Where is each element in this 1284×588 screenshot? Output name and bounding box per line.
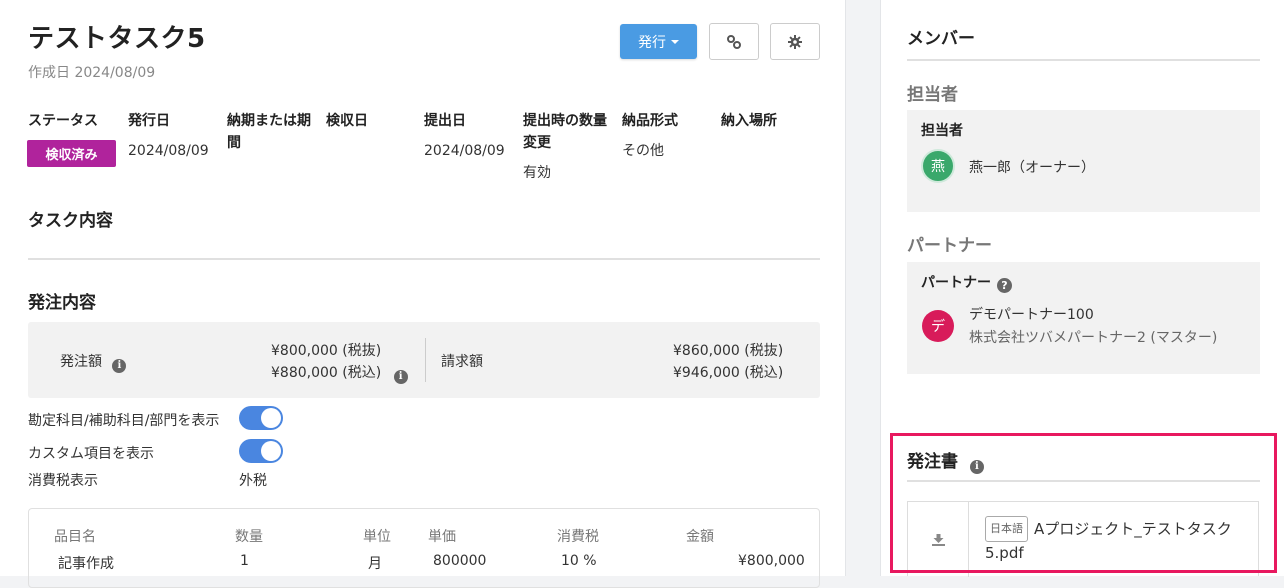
submit-date-value: 2024/08/09 — [424, 143, 505, 159]
toggle-knob — [261, 408, 281, 428]
invoice-amount-label: 請求額 — [441, 354, 483, 370]
toggle-knob — [261, 441, 281, 461]
tax-display-label: 消費税表示 — [28, 473, 98, 489]
custom-toggle-label: カスタム項目を表示 — [28, 446, 154, 462]
items-table — [28, 508, 820, 588]
col-header-unit: 単位 — [363, 529, 391, 545]
page-title: テストタスク5 — [28, 24, 206, 54]
info-header-status: ステータス — [28, 113, 98, 129]
col-header-amount: 金額 — [686, 529, 714, 545]
tax-display-value: 外税 — [239, 473, 267, 489]
col-header-qty: 数量 — [235, 529, 263, 545]
partner-section-heading: パートナー — [907, 236, 992, 256]
info-header-deadline: 納期または期間 — [227, 113, 311, 151]
delivery-format-value: その他 — [622, 143, 664, 159]
partner-label: パートナー? — [921, 272, 1012, 293]
help-icon[interactable]: ? — [997, 278, 1012, 293]
col-header-price: 単価 — [428, 529, 456, 545]
order-amount-ex: ¥800,000 (税抜) — [271, 343, 382, 359]
assignee-label: 担当者 — [921, 123, 963, 139]
info-header-qty-change: 提出時の数量変更 — [523, 113, 607, 151]
divider — [907, 59, 1260, 61]
partner-company: 株式会社ツバメパートナー2 (マスター) — [969, 330, 1218, 346]
info-header-delivery-place: 納入場所 — [721, 113, 777, 129]
accounts-toggle-label: 勘定科目/補助科目/部門を表示 — [28, 413, 220, 429]
col-header-item: 品目名 — [54, 529, 96, 545]
custom-toggle[interactable] — [239, 439, 283, 463]
assignee-section-heading: 担当者 — [907, 85, 958, 105]
avatar: デ — [922, 310, 954, 342]
gear-icon — [788, 34, 802, 49]
invoice-amount-ex: ¥860,000 (税抜) — [673, 343, 784, 359]
caret-down-icon — [671, 39, 679, 44]
created-date: 作成日 2024/08/09 — [28, 65, 156, 81]
status-badge: 検収済み — [27, 140, 116, 167]
info-icon[interactable]: i — [393, 370, 408, 384]
order-amount-in: ¥880,000 (税込) i — [271, 362, 408, 384]
info-header-issue-date: 発行日 — [128, 113, 170, 129]
info-icon[interactable]: i — [112, 359, 127, 373]
invoice-amount-in: ¥946,000 (税込) — [673, 365, 784, 381]
order-amount-label: 発注額 i — [60, 351, 127, 373]
info-header-submit-date: 提出日 — [424, 113, 466, 129]
assignee-name[interactable]: 燕一郎（オーナー） — [969, 157, 1095, 177]
row-qty: 1 — [240, 553, 249, 569]
issue-dropdown-button[interactable]: 発行 — [620, 24, 697, 59]
order-amount-box — [28, 322, 820, 398]
qty-change-value: 有効 — [523, 165, 551, 181]
col-header-tax: 消費税 — [557, 529, 599, 545]
info-header-delivery-format: 納品形式 — [622, 113, 678, 129]
partner-name[interactable]: デモパートナー100 — [969, 304, 1094, 324]
info-header-inspection-date: 検収日 — [326, 113, 368, 129]
order-content-heading: 発注内容 — [28, 293, 96, 313]
highlight-box — [890, 433, 1277, 573]
settings-button[interactable] — [770, 23, 820, 60]
accounts-toggle[interactable] — [239, 406, 283, 430]
issue-date-value: 2024/08/09 — [128, 143, 209, 159]
row-price: 800000 — [433, 553, 487, 569]
row-amount: ¥800,000 — [738, 553, 805, 569]
avatar: 燕 — [921, 149, 955, 183]
members-heading: メンバー — [907, 29, 975, 49]
row-item-name: 記事作成 — [58, 556, 114, 572]
divider — [425, 338, 426, 382]
link-icon — [727, 34, 741, 49]
row-unit: 月 — [368, 556, 382, 572]
divider — [28, 258, 820, 260]
link-button[interactable] — [709, 23, 759, 60]
issue-button-label: 発行 — [638, 34, 666, 51]
task-content-heading: タスク内容 — [28, 211, 113, 231]
task-main-panel — [0, 0, 846, 576]
row-tax: 10 % — [561, 553, 597, 569]
